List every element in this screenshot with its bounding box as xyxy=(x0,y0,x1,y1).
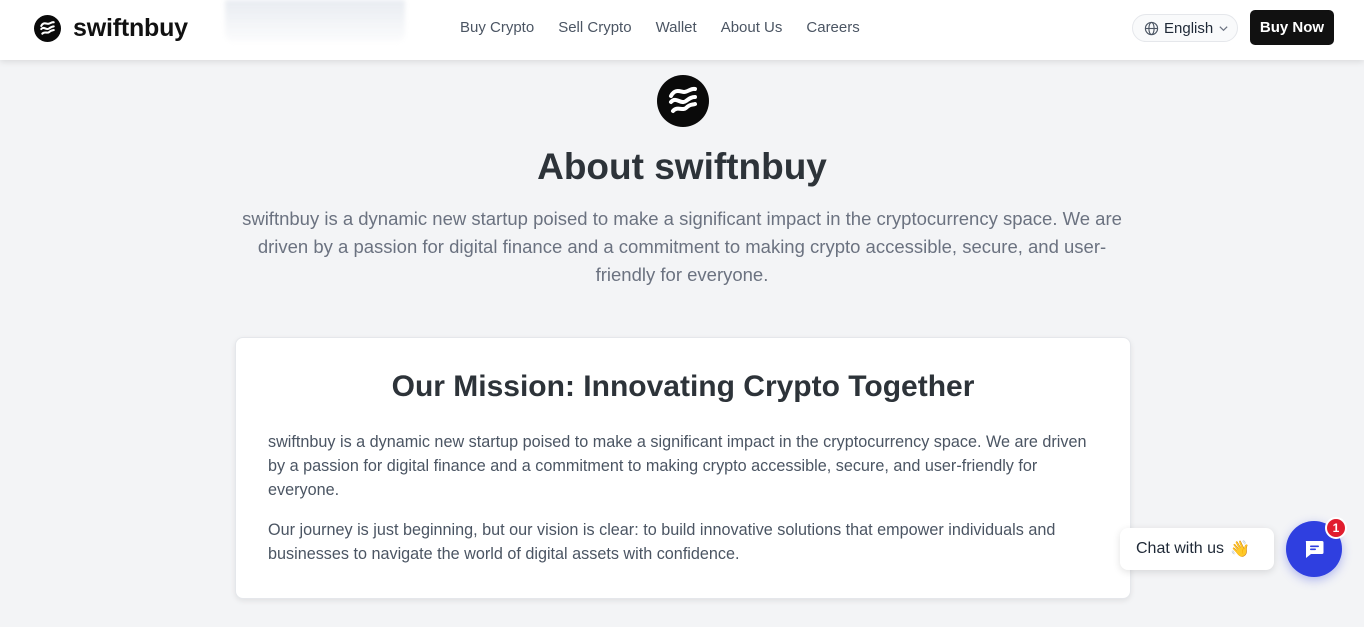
nav-wallet[interactable]: Wallet xyxy=(656,18,697,38)
nav-careers[interactable]: Careers xyxy=(806,18,859,38)
buy-now-button[interactable]: Buy Now xyxy=(1250,10,1334,45)
chat-icon xyxy=(1305,541,1324,558)
chevron-down-icon xyxy=(1219,25,1228,31)
swiftnbuy-logo-icon xyxy=(34,14,61,42)
main-nav: Buy Crypto Sell Crypto Wallet About Us C… xyxy=(460,18,860,38)
site-header: swiftnbuy Buy Crypto Sell Crypto Wallet … xyxy=(0,0,1364,60)
nav-sell-crypto[interactable]: Sell Crypto xyxy=(558,18,631,38)
mission-paragraph-1: swiftnbuy is a dynamic new startup poise… xyxy=(268,433,1087,499)
blurred-overlay xyxy=(225,0,405,42)
nav-about-us[interactable]: About Us xyxy=(721,18,783,38)
globe-icon xyxy=(1144,21,1159,35)
mission-title: Our Mission: Innovating Crypto Together xyxy=(391,370,975,403)
hero-description: swiftnbuy is a dynamic new startup poise… xyxy=(242,208,1122,285)
mission-paragraph-2: Our journey is just beginning, but our v… xyxy=(268,521,1056,563)
page-title: About swiftnbuy xyxy=(537,146,827,187)
brand-name: swiftnbuy xyxy=(73,13,188,42)
wave-icon: 👋 xyxy=(1230,541,1250,558)
language-selector[interactable]: English xyxy=(1132,14,1238,42)
chat-label: Chat with us xyxy=(1136,540,1225,557)
chat-prompt[interactable]: Chat with us 👋 xyxy=(1120,528,1274,570)
mission-card: Our Mission: Innovating Crypto Together … xyxy=(235,337,1131,599)
swiftnbuy-hero-logo-icon xyxy=(657,75,709,127)
language-label: English xyxy=(1164,19,1214,37)
nav-buy-crypto[interactable]: Buy Crypto xyxy=(460,18,534,38)
unread-badge: 1 xyxy=(1325,517,1347,539)
brand-logo-link[interactable]: swiftnbuy xyxy=(34,14,188,42)
